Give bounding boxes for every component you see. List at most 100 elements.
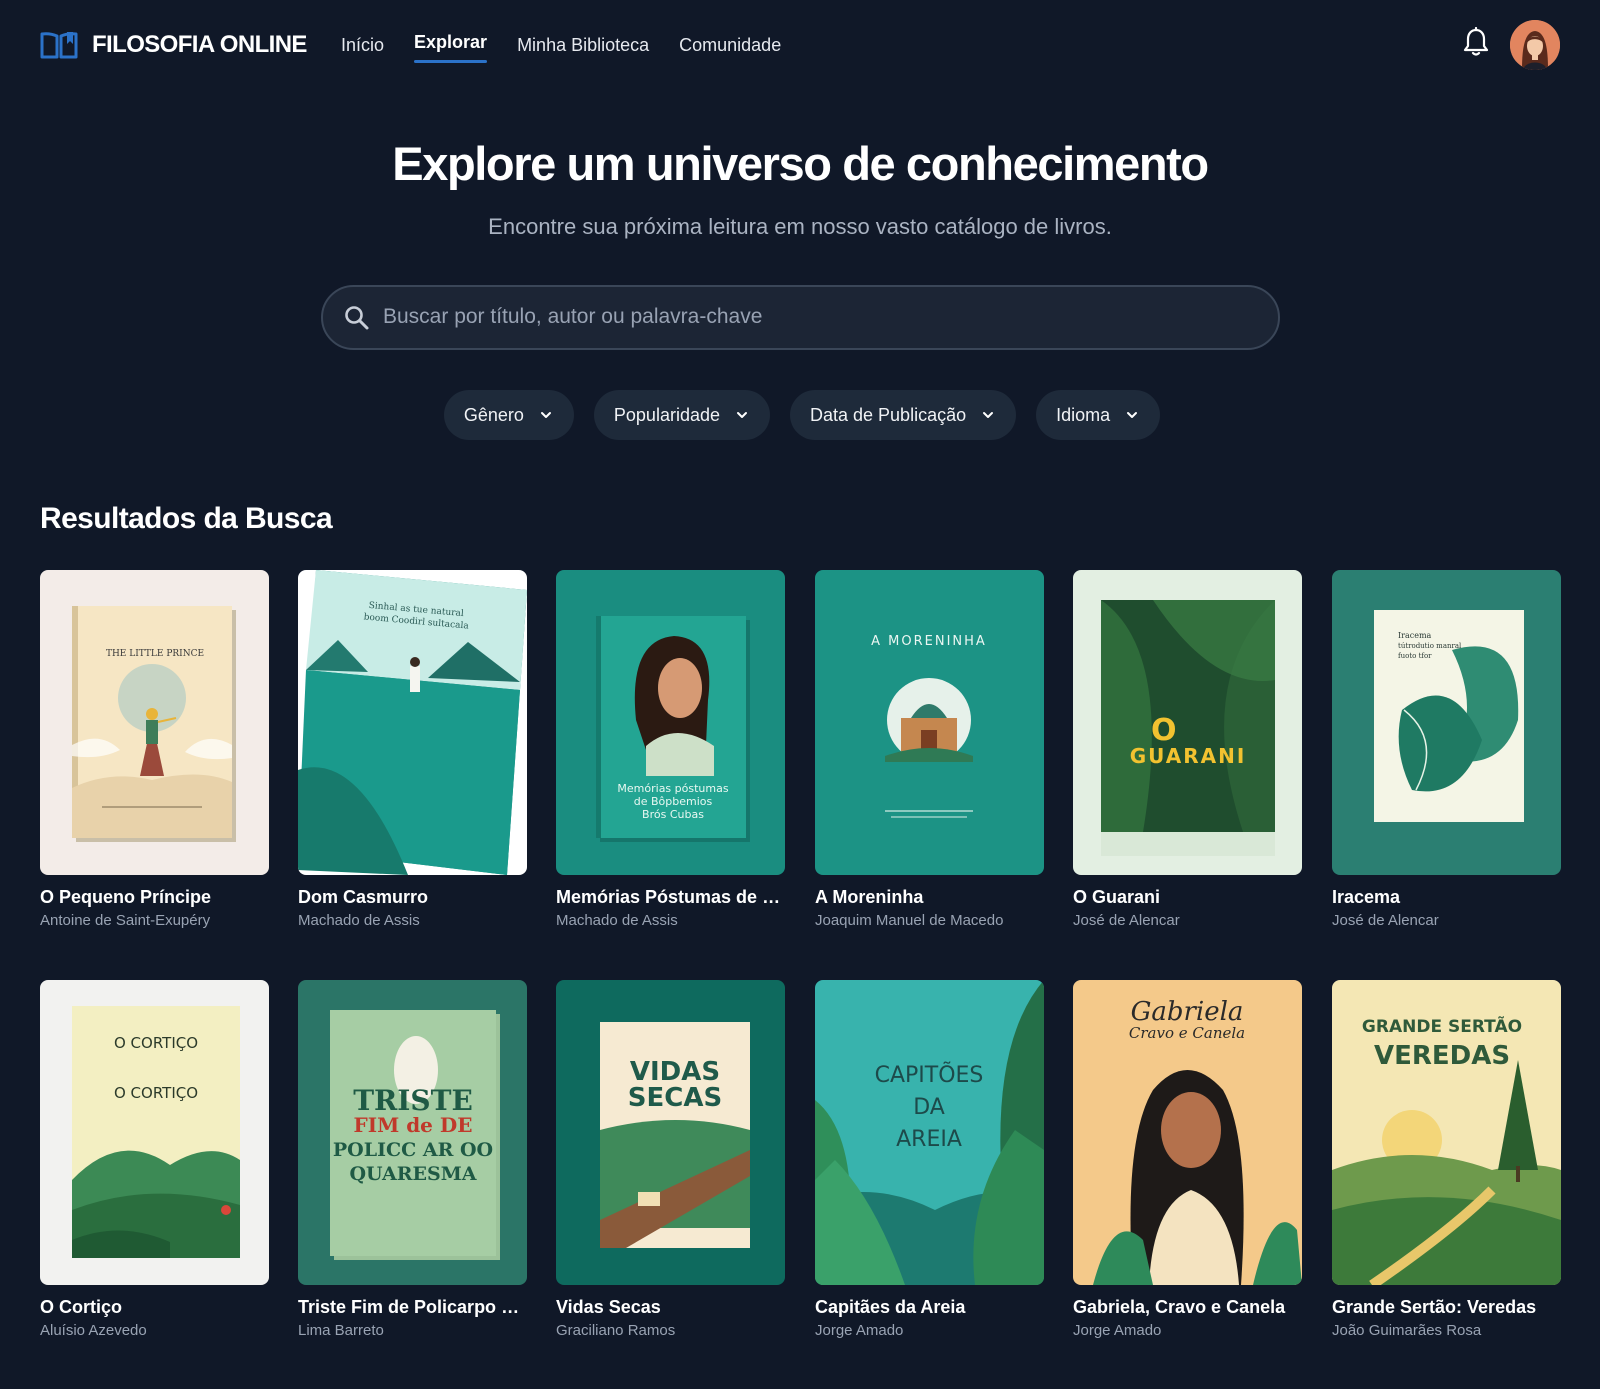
- open-book-icon: [40, 32, 78, 59]
- cover-title: Gabriela: [1131, 997, 1244, 1027]
- search-icon: [345, 306, 369, 330]
- cover-subtitle: GUARANI: [1130, 744, 1247, 768]
- main-nav: Início Explorar Minha Biblioteca Comunid…: [341, 27, 781, 63]
- cover-art-triste: TRISTE FIM de DE POLICC AR OO QUARESMA: [298, 980, 527, 1285]
- cover-line-3: AREIA: [896, 1127, 962, 1152]
- book-card[interactable]: Sinhal as tue natural boom Coodirl sulta…: [298, 570, 527, 929]
- cover-art-hills: O CORTIÇO O CORTIÇO: [40, 980, 269, 1285]
- book-title: Dom Casmurro: [298, 887, 429, 907]
- book-author: Antoine de Saint-Exupéry: [40, 912, 211, 929]
- book-cover: O CORTIÇO O CORTIÇO: [40, 980, 269, 1285]
- search-input[interactable]: [383, 297, 1243, 337]
- book-title: Capitães da Areia: [815, 1297, 966, 1317]
- cover-art-sea: Sinhal as tue natural boom Coodirl sulta…: [298, 570, 527, 875]
- cover-art-little-prince: THE LITTLE PRINCE: [40, 570, 269, 875]
- book-author: João Guimarães Rosa: [1332, 1322, 1482, 1339]
- cover-art-gabriela: Gabriela Cravo e Canela: [1073, 980, 1302, 1285]
- nav-link-explorar[interactable]: Explorar: [414, 27, 488, 63]
- book-author: Graciliano Ramos: [556, 1322, 676, 1339]
- book-title: A Moreninha: [815, 887, 924, 907]
- cover-title: Memórias póstumas: [617, 782, 728, 795]
- book-cover: GRANDE SERTÃO VEREDAS: [1332, 980, 1561, 1285]
- cover-title: O CORTIÇO: [114, 1034, 198, 1052]
- chevron-down-icon: [737, 412, 747, 418]
- cover-line-2: tútrodutio manral: [1398, 642, 1462, 650]
- book-title: Triste Fim de Policarpo Quaresma: [298, 1297, 527, 1317]
- cover-title: Iracema: [1398, 631, 1432, 640]
- book-card[interactable]: CAPITÕES DA AREIA Capitães da Areia Jorg…: [815, 980, 1044, 1339]
- cover-art-jungle: O GUARANI: [1073, 570, 1302, 875]
- filter-label: Popularidade: [613, 404, 720, 425]
- cover-subtitle: O CORTIÇO: [114, 1084, 198, 1102]
- brand-logo[interactable]: FILOSOFIA ONLINE: [40, 28, 307, 62]
- cover-title: GRANDE SERTÃO: [1362, 1014, 1522, 1037]
- book-title: Memórias Póstumas de Brás Cubas: [556, 887, 785, 907]
- book-card[interactable]: Memórias póstumas de Bôpbemios Brós Cuba…: [556, 570, 785, 929]
- book-card[interactable]: TRISTE FIM de DE POLICC AR OO QUARESMA T…: [298, 980, 527, 1339]
- cover-line-2: DA: [913, 1095, 945, 1120]
- cover-art-road: VIDAS SECAS: [556, 980, 785, 1285]
- book-author: Lima Barreto: [298, 1322, 384, 1339]
- search-bar: [321, 285, 1280, 350]
- book-title: O Guarani: [1073, 887, 1161, 907]
- filter-genero[interactable]: Gênero: [443, 390, 574, 440]
- cover-line-3: POLICC AR OO: [333, 1139, 493, 1161]
- book-card[interactable]: Gabriela Cravo e Canela Gabriela, Cravo …: [1073, 980, 1302, 1339]
- cover-art-sertao: GRANDE SERTÃO VEREDAS: [1332, 980, 1561, 1285]
- nav-link-inicio[interactable]: Início: [341, 30, 384, 62]
- book-cover: TRISTE FIM de DE POLICC AR OO QUARESMA: [298, 980, 527, 1285]
- cover-line-2: FIM de DE: [354, 1113, 473, 1137]
- book-author: Aluísio Azevedo: [40, 1322, 147, 1339]
- cover-title: CAPITÕES: [875, 1061, 984, 1088]
- book-cover: CAPITÕES DA AREIA: [815, 980, 1044, 1285]
- book-card[interactable]: O GUARANI O Guarani José de Alencar: [1073, 570, 1302, 929]
- cover-line-4: QUARESMA: [349, 1163, 476, 1185]
- book-title: O Cortiço: [40, 1297, 123, 1317]
- hero-title: Explore um universo de conhecimento: [392, 137, 1209, 190]
- cover-subtitle: VEREDAS: [1374, 1041, 1510, 1071]
- book-author: Joaquim Manuel de Macedo: [815, 912, 1004, 929]
- book-title: Grande Sertão: Veredas: [1332, 1297, 1537, 1317]
- chevron-down-icon: [540, 412, 551, 418]
- cover-line-3: Brós Cubas: [642, 808, 704, 821]
- book-card[interactable]: GRANDE SERTÃO VEREDAS Grande Sertão: Ver…: [1332, 980, 1561, 1339]
- avatar-portrait: [1510, 20, 1560, 70]
- book-author: José de Alencar: [1073, 912, 1180, 929]
- hero-subtitle: Encontre sua próxima leitura em nosso va…: [488, 214, 1112, 239]
- book-author: Jorge Amado: [1073, 1322, 1162, 1339]
- book-cover: Gabriela Cravo e Canela: [1073, 980, 1302, 1285]
- book-card[interactable]: O CORTIÇO O CORTIÇO O Cortiço Aluísio Az…: [40, 980, 269, 1339]
- cover-subtitle: Cravo e Canela: [1129, 1024, 1245, 1042]
- book-cover: THE LITTLE PRINCE: [40, 570, 269, 875]
- filter-bar: Gênero Popularidade Data de Publicação I…: [0, 390, 1600, 440]
- book-cover: VIDAS SECAS: [556, 980, 785, 1285]
- book-card[interactable]: THE LITTLE PRINCE O Pequeno Príncipe Ant…: [40, 570, 269, 929]
- notification-bell-icon[interactable]: [1463, 27, 1489, 57]
- cover-title: A MORENINHA: [871, 634, 987, 649]
- book-card[interactable]: Iracema tútrodutio manral fuoto tfor Ira…: [1332, 570, 1561, 929]
- filter-idioma[interactable]: Idioma: [1036, 390, 1161, 440]
- user-avatar[interactable]: [1510, 20, 1560, 70]
- cover-art-temple: A MORENINHA: [815, 570, 1044, 875]
- filter-data-de-publicacao[interactable]: Data de Publicação: [790, 390, 1017, 440]
- nav-link-comunidade[interactable]: Comunidade: [679, 30, 781, 62]
- brand-name: FILOSOFIA ONLINE: [92, 31, 307, 58]
- filter-label: Gênero: [463, 404, 524, 425]
- top-navigation: FILOSOFIA ONLINE Início Explorar Minha B…: [0, 0, 1600, 90]
- book-card[interactable]: VIDAS SECAS Vidas Secas Graciliano Ramos: [556, 980, 785, 1339]
- cover-line-2: de Bôpbemios: [634, 795, 713, 808]
- cover-title: THE LITTLE PRINCE: [106, 649, 204, 659]
- filter-popularidade[interactable]: Popularidade: [593, 390, 770, 440]
- book-card[interactable]: A MORENINHA A Moreninha Joaquim Manuel d…: [815, 570, 1044, 929]
- book-title: O Pequeno Príncipe: [40, 887, 212, 907]
- chevron-down-icon: [983, 412, 994, 418]
- book-cover: Iracema tútrodutio manral fuoto tfor: [1332, 570, 1561, 875]
- cover-line-3: fuoto tfor: [1398, 652, 1432, 660]
- results-heading: Resultados da Busca: [40, 502, 333, 535]
- book-title: Gabriela, Cravo e Canela: [1073, 1297, 1286, 1317]
- cover-art-leaves: Iracema tútrodutio manral fuoto tfor: [1332, 570, 1561, 875]
- cover-title: O: [1151, 713, 1177, 748]
- book-author: Jorge Amado: [815, 1322, 904, 1339]
- cover-art-capitaes: CAPITÕES DA AREIA: [815, 980, 1044, 1285]
- nav-link-minha-biblioteca[interactable]: Minha Biblioteca: [517, 30, 649, 62]
